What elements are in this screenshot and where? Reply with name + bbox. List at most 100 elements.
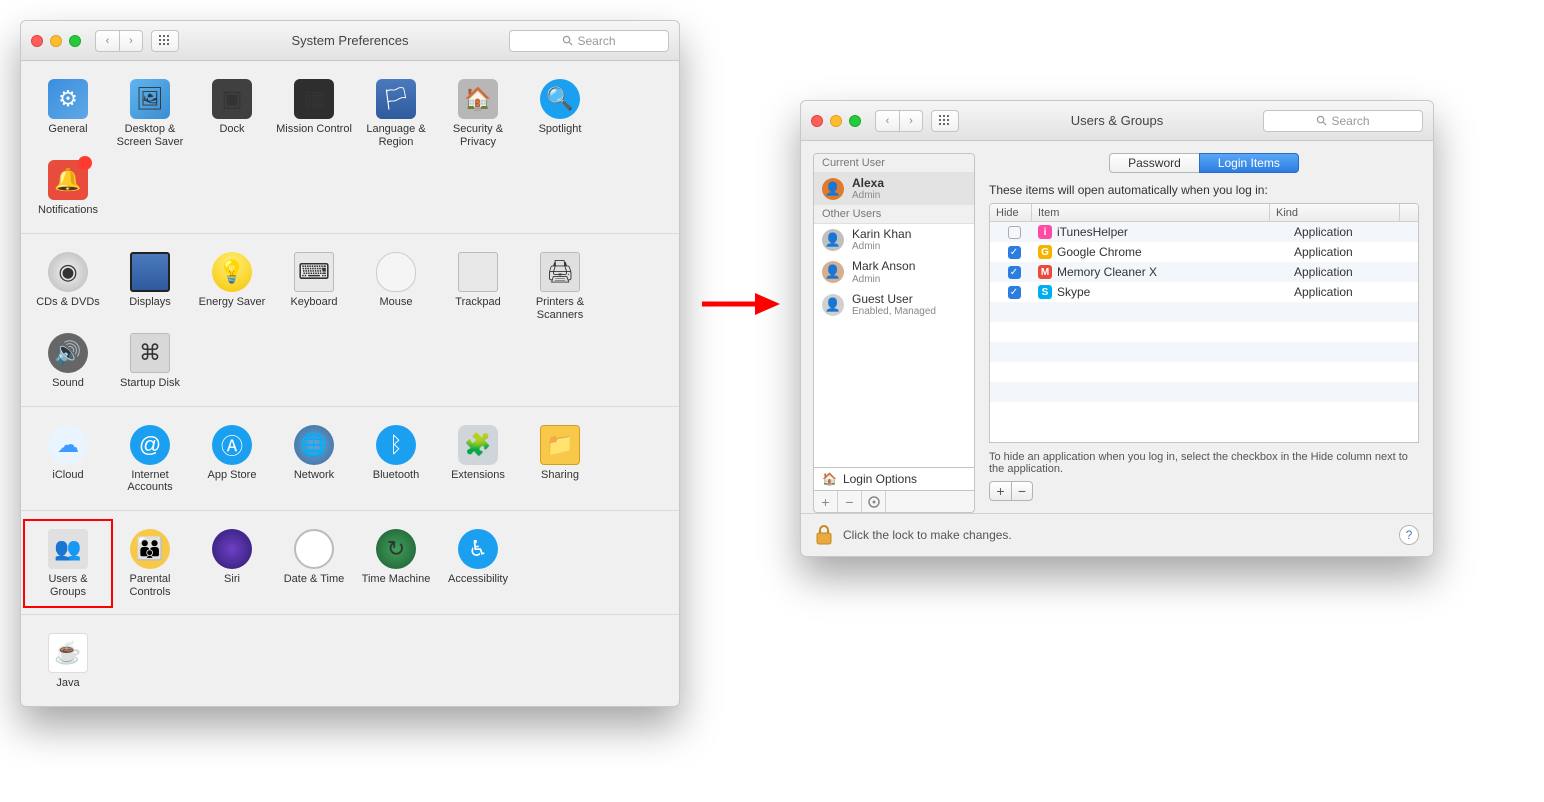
pref-label: Sound [52,377,84,390]
pref-label: Language & Region [358,123,434,148]
forward-button[interactable]: › [119,30,143,52]
lock-text: Click the lock to make changes. [843,528,1012,542]
pref-general[interactable]: ⚙︎General [27,73,109,154]
minimize-button[interactable] [50,35,62,47]
pref-printers-scanners[interactable]: 🖨Printers & Scanners [519,246,601,327]
pref-language-region[interactable]: 🏳Language & Region [355,73,437,154]
tab-password[interactable]: Password [1109,153,1199,173]
pref-siri[interactable]: Siri [191,523,273,604]
col-item[interactable]: Item [1032,204,1270,221]
pref-cds-dvds[interactable]: ◉CDs & DVDs [27,246,109,327]
startup-icon: ⌘ [130,333,170,373]
login-options-button[interactable]: 🏠 Login Options [813,468,975,491]
back-button[interactable]: ‹ [875,110,899,132]
search-placeholder: Search [577,34,615,48]
table-row[interactable]: ✓GGoogle ChromeApplication [990,242,1418,262]
window-title: System Preferences [291,33,408,48]
col-hide[interactable]: Hide [990,204,1032,221]
tab-login-items[interactable]: Login Items [1199,153,1299,173]
pref-label: Mission Control [276,123,352,136]
pref-displays[interactable]: Displays [109,246,191,327]
app-icon: i [1038,225,1052,239]
pref-label: Keyboard [290,296,337,309]
table-row[interactable]: ✓MMemory Cleaner XApplication [990,262,1418,282]
show-all-button[interactable] [931,110,959,132]
internet-icon: @ [130,425,170,465]
pref-label: Parental Controls [112,573,188,598]
pref-spotlight[interactable]: 🔍Spotlight [519,73,601,154]
table-row[interactable]: ✓SSkypeApplication [990,282,1418,302]
network-icon: 🌐 [294,425,334,465]
user-row[interactable]: 👤Mark AnsonAdmin [814,256,974,288]
user-actions-button[interactable] [862,491,886,512]
col-kind[interactable]: Kind [1270,204,1400,221]
user-name: Mark Anson [852,260,915,273]
add-item-button[interactable]: + [989,481,1011,501]
hide-checkbox[interactable] [1008,226,1021,239]
user-role: Admin [852,241,911,252]
pref-mouse[interactable]: Mouse [355,246,437,327]
pref-desktop-screen-saver[interactable]: 🖼Desktop & Screen Saver [109,73,191,154]
pref-startup-disk[interactable]: ⌘ Startup Disk [109,327,191,396]
pref-network[interactable]: 🌐Network [273,419,355,500]
pref-bluetooth[interactable]: ᛒBluetooth [355,419,437,500]
back-button[interactable]: ‹ [95,30,119,52]
pref-label: Dock [219,123,244,136]
search-field[interactable]: Search [1263,110,1423,132]
login-items-info: These items will open automatically when… [989,183,1419,197]
trackpad-icon [458,252,498,292]
pref-sharing[interactable]: 📁Sharing [519,419,601,500]
pref-extensions[interactable]: 🧩Extensions [437,419,519,500]
pref-app-store[interactable]: ⒶApp Store [191,419,273,500]
app-icon: M [1038,265,1052,279]
pref-notifications[interactable]: 🔔Notifications [27,154,109,223]
pref-dock[interactable]: ▣Dock [191,73,273,154]
zoom-button[interactable] [69,35,81,47]
minimize-button[interactable] [830,115,842,127]
pref-sound[interactable]: 🔊Sound [27,327,109,396]
hide-checkbox[interactable]: ✓ [1008,286,1021,299]
remove-item-button[interactable]: − [1011,481,1033,501]
pref-label: Startup Disk [120,377,180,390]
pref-security-privacy[interactable]: 🏠Security & Privacy [437,73,519,154]
pref-energy-saver[interactable]: 💡Energy Saver [191,246,273,327]
forward-button[interactable]: › [899,110,923,132]
disc-icon: ◉ [48,252,88,292]
pref-accessibility[interactable]: ♿︎Accessibility [437,523,519,604]
user-row[interactable]: 👤Guest UserEnabled, Managed [814,289,974,321]
pref-java[interactable]: ☕Java [27,627,109,696]
user-row[interactable]: 👤Karin KhanAdmin [814,224,974,256]
table-row[interactable]: iiTunesHelperApplication [990,222,1418,242]
pref-mission-control[interactable]: ▦Mission Control [273,73,355,154]
login-items-table: Hide Item Kind iiTunesHelperApplication✓… [989,203,1419,443]
pref-internet-accounts[interactable]: @Internet Accounts [109,419,191,500]
pref-keyboard[interactable]: ⌨Keyboard [273,246,355,327]
help-button[interactable]: ? [1399,525,1419,545]
lock-icon[interactable] [815,524,833,546]
zoom-button[interactable] [849,115,861,127]
pref-time-machine[interactable]: ↻Time Machine [355,523,437,604]
close-button[interactable] [31,35,43,47]
extensions-icon: 🧩 [458,425,498,465]
hide-checkbox[interactable]: ✓ [1008,266,1021,279]
pref-trackpad[interactable]: Trackpad [437,246,519,327]
pref-parental-controls[interactable]: 👪 Parental Controls [109,523,191,604]
security-icon: 🏠 [458,79,498,119]
pref-date-time[interactable]: Date & Time [273,523,355,604]
item-name: Google Chrome [1057,245,1142,259]
arrow-icon [700,289,780,319]
pref-icloud[interactable]: ☁︎iCloud [27,419,109,500]
search-field[interactable]: Search [509,30,669,52]
show-all-button[interactable] [151,30,179,52]
close-button[interactable] [811,115,823,127]
user-row-current[interactable]: 👤 Alexa Admin [814,173,974,205]
pref-users-groups[interactable]: 👥Users & Groups [27,523,109,604]
remove-user-button[interactable]: − [838,491,862,512]
sharing-icon: 📁 [540,425,580,465]
hide-checkbox[interactable]: ✓ [1008,246,1021,259]
java-icon: ☕ [48,633,88,673]
add-user-button[interactable]: + [814,491,838,512]
parental-icon: 👪 [130,529,170,569]
spotlight-icon: 🔍 [540,79,580,119]
table-row-empty [990,382,1418,402]
